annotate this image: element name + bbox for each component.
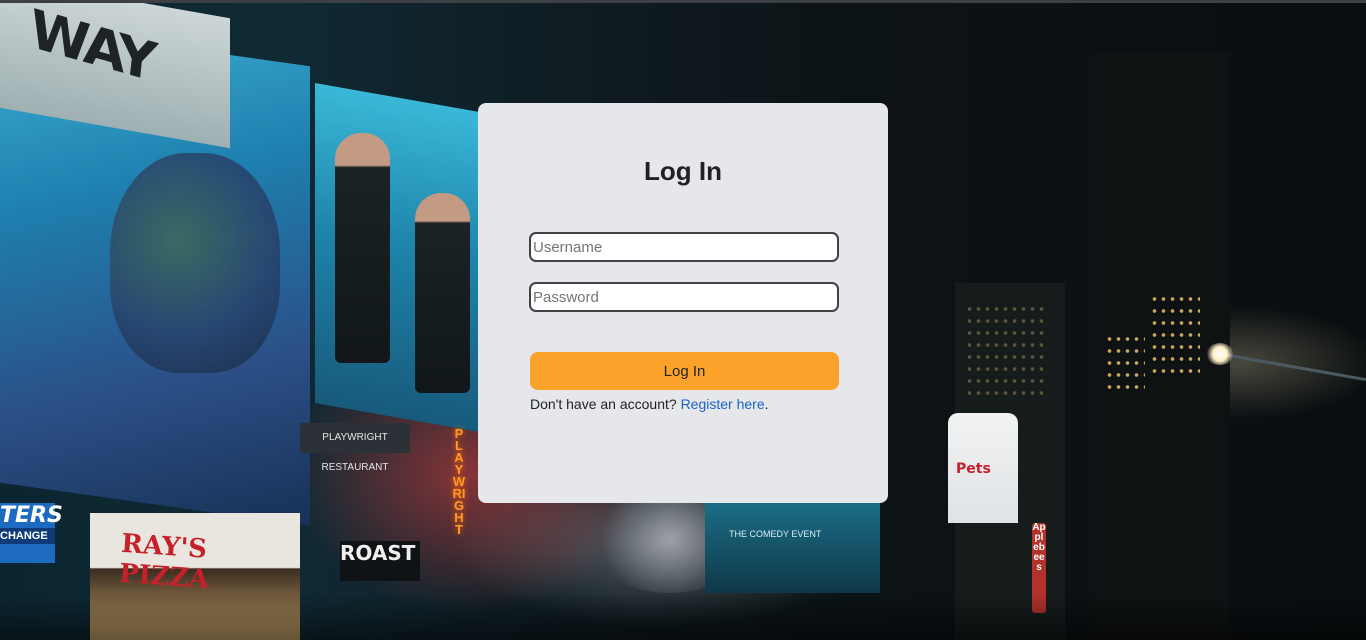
- login-title: Log In: [644, 156, 722, 186]
- register-prompt-text: Don't have an account?: [530, 396, 677, 412]
- bunny-billboard: Pets: [948, 413, 1018, 523]
- login-button[interactable]: Log In: [530, 352, 839, 390]
- billboard-person-2: [415, 193, 470, 393]
- building-windows: [965, 303, 1045, 403]
- screen-text: THE COMEDY EVENT: [729, 529, 822, 539]
- restaurant-sign: PLAYWRIGHT RESTAURANT: [300, 423, 410, 473]
- register-prompt: Don't have an account? Register here.: [530, 395, 769, 413]
- sign-left-text: TERS: [0, 503, 63, 528]
- storefront-sign-text: RAY'S PIZZA: [118, 528, 210, 595]
- roast-sign: ROAST: [340, 541, 420, 581]
- building-windows: [1105, 333, 1145, 393]
- street-shadow: [0, 593, 1366, 640]
- sign-left-subtext: CHANGE: [0, 528, 55, 544]
- bunny-billboard-text: Pets: [956, 461, 991, 477]
- register-prompt-period: .: [764, 396, 769, 412]
- sign-left: TERS CHANGE: [0, 503, 63, 563]
- billboard-top-text: WAY: [27, 3, 157, 94]
- streetlight-arm: [1217, 352, 1366, 382]
- username-input[interactable]: [529, 232, 839, 262]
- building-windows: [1150, 293, 1200, 373]
- billboard-screen-bottom: THE COMEDY EVENT: [705, 503, 880, 593]
- playwright-neon-sign: PLAYWRIGHT: [452, 426, 466, 537]
- register-link[interactable]: Register here: [681, 396, 765, 412]
- streetlight-glow: [1206, 343, 1234, 365]
- password-input[interactable]: [529, 282, 839, 312]
